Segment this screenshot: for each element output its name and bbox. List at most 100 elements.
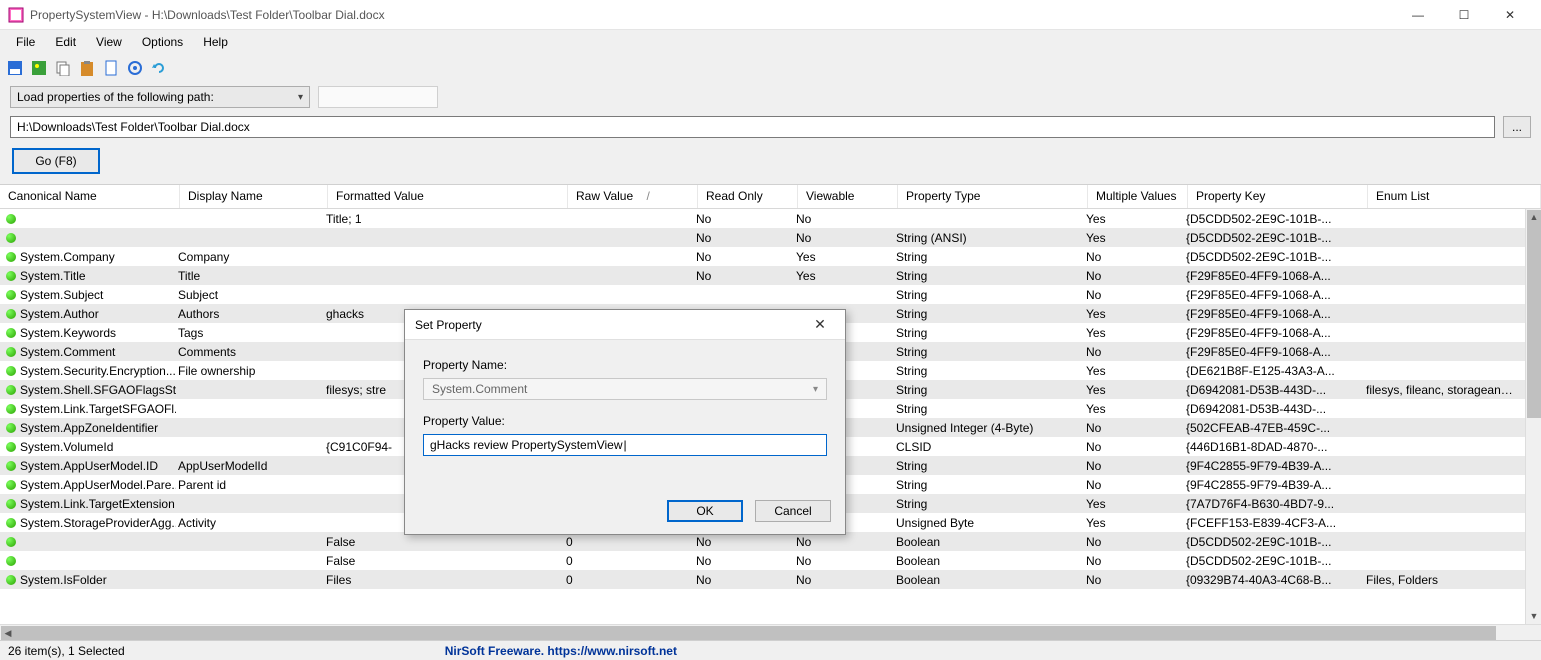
cell-raw <box>564 256 694 257</box>
hscroll-thumb[interactable] <box>1 626 1496 640</box>
close-button[interactable]: ✕ <box>1487 0 1533 30</box>
cell-mval: Yes <box>1084 515 1184 530</box>
path-input[interactable] <box>10 116 1495 138</box>
col-raw-value[interactable]: Raw Value / <box>568 185 698 208</box>
col-canonical-name[interactable]: Canonical Name <box>0 185 180 208</box>
chevron-down-icon: ▾ <box>813 384 818 395</box>
cell-pkey: {D5CDD502-2E9C-101B-... <box>1184 211 1364 226</box>
cancel-button[interactable]: Cancel <box>755 500 831 522</box>
col-display-name[interactable]: Display Name <box>180 185 328 208</box>
cell-mval: No <box>1084 477 1184 492</box>
copy-icon[interactable] <box>54 59 72 77</box>
status-dot-icon <box>6 347 16 357</box>
property-name-label: Property Name: <box>423 358 827 372</box>
status-dot-icon <box>6 442 16 452</box>
cell-canon: System.Shell.SFGAOFlagsStr... <box>0 382 176 397</box>
cell-ptype: String <box>894 363 1084 378</box>
image-icon[interactable] <box>30 59 48 77</box>
load-mode-dropdown[interactable]: Load properties of the following path: ▾ <box>10 86 310 108</box>
cell-pkey: {D6942081-D53B-443D-... <box>1184 382 1364 397</box>
menu-view[interactable]: View <box>86 35 132 49</box>
cell-canon <box>0 555 176 566</box>
cell-fval <box>324 294 564 295</box>
cell-ptype <box>894 218 1084 219</box>
col-read-only[interactable]: Read Only <box>698 185 798 208</box>
cell-mval: No <box>1084 439 1184 454</box>
horizontal-scrollbar[interactable]: ◀ ▶ <box>0 624 1541 640</box>
cell-pkey: {7A7D76F4-B630-4BD7-9... <box>1184 496 1364 511</box>
col-enum-list[interactable]: Enum List <box>1368 185 1541 208</box>
document-icon[interactable] <box>102 59 120 77</box>
cell-pkey: {D5CDD502-2E9C-101B-... <box>1184 553 1364 568</box>
paste-icon[interactable] <box>78 59 96 77</box>
cell-pkey: {9F4C2855-9F79-4B39-A... <box>1184 458 1364 473</box>
go-button[interactable]: Go (F8) <box>12 148 100 174</box>
cell-canon: System.StorageProviderAgg... <box>0 515 176 530</box>
secondary-input[interactable] <box>318 86 438 108</box>
save-icon[interactable] <box>6 59 24 77</box>
cell-enum <box>1364 218 1525 219</box>
property-value-input[interactable]: gHacks review PropertySystemView <box>423 434 827 456</box>
minimize-button[interactable]: — <box>1395 0 1441 30</box>
cell-enum <box>1364 484 1525 485</box>
scroll-left-icon[interactable]: ◀ <box>0 625 16 640</box>
table-row[interactable]: System.IsFolderFiles0NoNoBooleanNo{09329… <box>0 570 1525 589</box>
vscroll-thumb[interactable] <box>1527 210 1541 418</box>
maximize-button[interactable]: ☐ <box>1441 0 1487 30</box>
cell-mval: Yes <box>1084 325 1184 340</box>
cell-canon <box>0 536 176 547</box>
status-dot-icon <box>6 385 16 395</box>
cell-ro: No <box>694 534 794 549</box>
cell-ro: No <box>694 572 794 587</box>
table-row[interactable]: System.CompanyCompanyNoYesStringNo{D5CDD… <box>0 247 1525 266</box>
dialog-close-button[interactable]: ✕ <box>805 310 835 340</box>
menu-help[interactable]: Help <box>193 35 238 49</box>
scroll-down-icon[interactable]: ▼ <box>1526 608 1541 624</box>
cell-pkey: {F29F85E0-4FF9-1068-A... <box>1184 306 1364 321</box>
col-viewable[interactable]: Viewable <box>798 185 898 208</box>
property-name-combo[interactable]: System.Comment ▾ <box>423 378 827 400</box>
cell-ro: No <box>694 268 794 283</box>
status-dot-icon <box>6 214 16 224</box>
cell-disp: Tags <box>176 325 324 340</box>
cell-view: Yes <box>794 268 894 283</box>
menu-options[interactable]: Options <box>132 35 193 49</box>
cell-fval: False <box>324 553 564 568</box>
refresh-icon[interactable] <box>150 59 168 77</box>
table-row[interactable]: System.SubjectSubjectStringNo{F29F85E0-4… <box>0 285 1525 304</box>
cell-mval: Yes <box>1084 211 1184 226</box>
property-value-label: Property Value: <box>423 414 827 428</box>
table-row[interactable]: False0NoNoBooleanNo{D5CDD502-2E9C-101B-.… <box>0 551 1525 570</box>
cell-pkey: {D5CDD502-2E9C-101B-... <box>1184 249 1364 264</box>
vertical-scrollbar[interactable]: ▲ ▼ <box>1525 209 1541 624</box>
table-row[interactable]: NoNoString (ANSI)Yes{D5CDD502-2E9C-101B-… <box>0 228 1525 247</box>
cell-canon <box>0 232 176 243</box>
menu-file[interactable]: File <box>6 35 45 49</box>
cell-enum <box>1364 313 1525 314</box>
scroll-up-icon[interactable]: ▲ <box>1526 209 1541 225</box>
col-property-key[interactable]: Property Key <box>1188 185 1368 208</box>
cell-canon: System.Company <box>0 249 176 264</box>
gear-icon[interactable] <box>126 59 144 77</box>
cell-enum <box>1364 522 1525 523</box>
status-link[interactable]: NirSoft Freeware. https://www.nirsoft.ne… <box>445 644 677 658</box>
cell-view: No <box>794 211 894 226</box>
ok-button[interactable]: OK <box>667 500 743 522</box>
browse-button[interactable]: ... <box>1503 116 1531 138</box>
status-dot-icon <box>6 575 16 585</box>
cell-fval <box>324 237 564 238</box>
cell-canon: System.Security.Encryption... <box>0 363 176 378</box>
menu-edit[interactable]: Edit <box>45 35 86 49</box>
col-multiple-values[interactable]: Multiple Values <box>1088 185 1188 208</box>
table-row[interactable]: System.TitleTitleNoYesStringNo{F29F85E0-… <box>0 266 1525 285</box>
cell-mval: Yes <box>1084 230 1184 245</box>
cell-canon: System.AppZoneIdentifier <box>0 420 176 435</box>
col-property-type[interactable]: Property Type <box>898 185 1088 208</box>
cell-ptype: String <box>894 477 1084 492</box>
table-row[interactable]: Title; 1NoNoYes{D5CDD502-2E9C-101B-... <box>0 209 1525 228</box>
status-dot-icon <box>6 366 16 376</box>
cell-canon: System.Comment <box>0 344 176 359</box>
cell-disp: Activity <box>176 515 324 530</box>
col-formatted-value[interactable]: Formatted Value <box>328 185 568 208</box>
cell-ptype: String <box>894 306 1084 321</box>
